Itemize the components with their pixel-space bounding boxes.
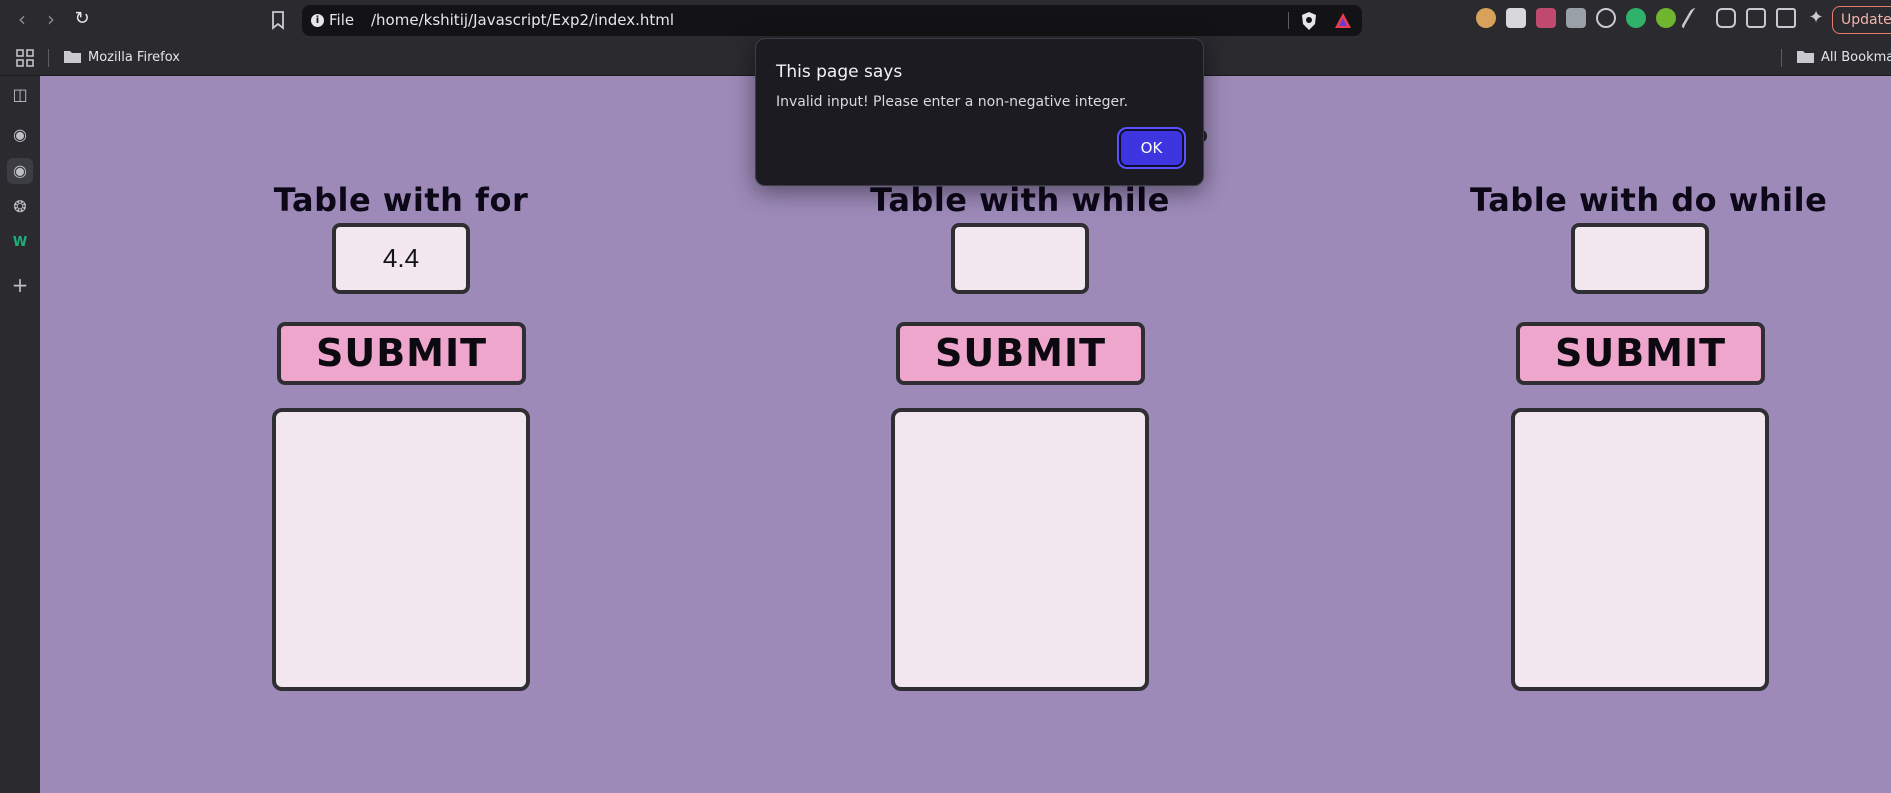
wallet-icon[interactable] <box>1776 8 1796 28</box>
number-input[interactable]: 4.4 <box>332 223 470 294</box>
bookmark-k-icon[interactable] <box>1566 8 1586 28</box>
back-icon[interactable]: ‹ <box>10 8 34 32</box>
bookmark-all-bookmarks[interactable]: All Bookmarks <box>1821 49 1891 66</box>
brave-shield-icon[interactable] <box>1300 11 1318 31</box>
browser-sidebar: ◫ ◉ ◉ ❂ W + <box>0 76 40 793</box>
submit-button[interactable]: SUBMIT <box>1516 322 1765 385</box>
cursor-icon[interactable] <box>1626 8 1646 28</box>
alert-dialog: This page says Invalid input! Please ent… <box>755 38 1204 186</box>
section-title: Table with for <box>273 181 529 219</box>
globe-icon[interactable]: ◉ <box>7 122 33 148</box>
bookmark-icon[interactable] <box>268 9 288 31</box>
sidebar-icon[interactable] <box>1746 8 1766 28</box>
puzzle-icon[interactable] <box>1716 8 1736 28</box>
section-title: Table with while <box>870 181 1170 219</box>
sidebar-panel-icon[interactable]: ◫ <box>7 82 33 108</box>
dialog-message: Invalid input! Please enter a non-negati… <box>776 94 1129 110</box>
brave-rewards-icon[interactable] <box>1334 12 1352 29</box>
ok-button[interactable]: OK <box>1117 127 1186 169</box>
brush-icon[interactable] <box>1536 8 1556 28</box>
browser-toolbar: ‹ › ↻ i File /home/kshitij/Javascript/Ex… <box>0 0 1891 40</box>
number-input[interactable] <box>1571 223 1709 294</box>
apps-grid-icon[interactable] <box>16 49 34 67</box>
info-icon[interactable]: i <box>311 14 324 27</box>
plus-icon[interactable]: + <box>7 272 33 298</box>
submit-button[interactable]: SUBMIT <box>277 322 526 385</box>
check-icon[interactable] <box>1506 8 1526 28</box>
output-box <box>891 408 1149 691</box>
section-for: Table with for 4.4 SUBMIT <box>231 76 571 793</box>
bookmark-mozilla-firefox[interactable]: Mozilla Firefox <box>88 49 180 66</box>
eyedropper-icon[interactable] <box>1680 8 1712 28</box>
output-box <box>272 408 530 691</box>
w-icon[interactable]: W <box>7 230 33 256</box>
dialog-title: This page says <box>776 62 903 82</box>
output-box <box>1511 408 1769 691</box>
divider <box>1781 49 1782 67</box>
fox-icon[interactable] <box>1476 8 1496 28</box>
sparkle-icon[interactable]: ✦ <box>1806 8 1826 28</box>
update-button[interactable]: Update <box>1832 6 1891 34</box>
divider <box>48 49 49 67</box>
reload-icon[interactable]: ↻ <box>70 8 94 32</box>
folder-icon <box>64 51 81 63</box>
number-input[interactable] <box>951 223 1089 294</box>
react-icon[interactable] <box>1596 8 1616 28</box>
section-title: Table with do while <box>1470 181 1828 219</box>
globe-icon[interactable]: ◉ <box>7 158 33 184</box>
forward-icon[interactable]: › <box>39 8 63 32</box>
url-scheme-label: File <box>329 11 355 29</box>
url-text[interactable]: /home/kshitij/Javascript/Exp2/index.html <box>371 11 674 30</box>
plus-circle-icon[interactable] <box>1656 8 1676 28</box>
folder-icon <box>1797 51 1814 63</box>
openai-icon[interactable]: ❂ <box>7 194 33 220</box>
submit-button[interactable]: SUBMIT <box>896 322 1145 385</box>
divider <box>1288 12 1289 29</box>
section-do-while: Table with do while SUBMIT <box>1470 76 1828 793</box>
address-bar[interactable]: i File /home/kshitij/Javascript/Exp2/ind… <box>302 5 1362 36</box>
